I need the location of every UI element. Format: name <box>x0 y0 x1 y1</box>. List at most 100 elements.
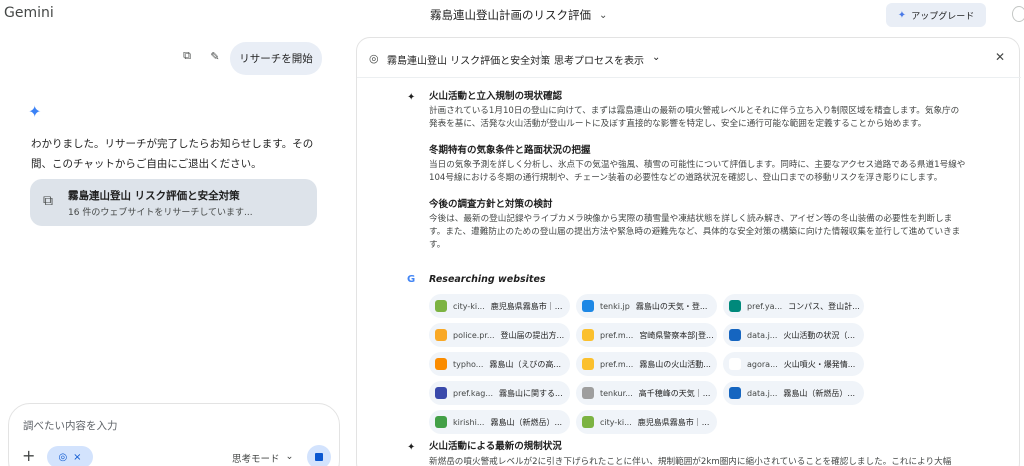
source-chip[interactable]: agora... 火山噴火・爆発情... <box>723 352 864 376</box>
source-chip[interactable]: pref.m... 霧島山の火山活動... <box>576 352 717 376</box>
source-chip[interactable]: tenki.jp 霧島山の天気・登... <box>576 294 717 318</box>
composer[interactable]: 調べたい内容を入力 + ◎ × 思考モード ⌄ <box>8 403 340 466</box>
mode-selector[interactable]: 思考モード ⌄ <box>232 451 293 465</box>
research-card-title: 霧島連山登山 リスク評価と安全対策 <box>68 190 240 202</box>
source-site: tenki.jp <box>600 301 630 311</box>
sparkle-icon: ✦ <box>407 92 416 103</box>
source-name: 霧島山（えびの高... <box>489 359 562 369</box>
source-name: 高千穂峰の天気｜... <box>638 388 711 398</box>
favicon-icon <box>582 416 594 428</box>
favicon-icon <box>729 358 741 370</box>
favicon-icon <box>582 329 594 341</box>
sparkle-icon: ✦ <box>407 442 416 453</box>
source-chip[interactable]: pref.ya... コンパス、登山計... <box>723 294 864 318</box>
source-site: pref.ya... <box>747 301 783 311</box>
step-heading: 冬期特有の気象条件と路面状況の把握 <box>429 144 591 156</box>
panel-title: 霧島連山登山 リスク評価と安全対策 <box>387 56 551 67</box>
chevron-down-icon: ⌄ <box>652 52 661 63</box>
research-label: Researching websites <box>429 274 546 285</box>
message-tools: ⧉ ✎ <box>180 49 222 63</box>
source-name: 宮崎県警察本部|登... <box>639 330 714 340</box>
step-body: 計画されている1月10日の登山に向けて、まずは霧島連山の最新の噴火警戒レベルとそ… <box>429 106 960 130</box>
add-icon[interactable]: + <box>22 446 35 465</box>
source-chip[interactable]: kirishi... 霧島山（新燃岳）... <box>429 410 570 434</box>
source-site: data.j... <box>747 330 778 340</box>
chevron-down-icon: ⌄ <box>285 451 294 462</box>
source-name: 霧島山の火山活動... <box>639 359 711 369</box>
source-name: 鹿児島県霧島市｜... <box>637 417 710 427</box>
remove-chip-icon[interactable]: × <box>73 452 81 463</box>
conversation-title: 霧島連山登山計画のリスク評価 <box>430 8 591 22</box>
source-chip[interactable]: city-ki... 鹿児島県霧島市｜... <box>429 294 570 318</box>
show-thinking-toggle[interactable]: 思考プロセスを表示 ⌄ <box>554 52 660 67</box>
assistant-reply: わかりました。リサーチが完了したらお知らせします。その間、このチャットからご自由… <box>31 138 314 170</box>
source-site: police.pr... <box>453 330 495 340</box>
favicon-icon <box>435 387 447 399</box>
source-site: city-ki... <box>453 301 485 311</box>
step-heading: 火山活動による最新の規制状況 <box>429 441 562 452</box>
source-name: 霧島山の天気・登... <box>635 301 708 311</box>
research-panel: ◎ 霧島連山登山 リスク評価と安全対策 思考プロセスを表示 ⌄ ✕ ✦ 火山活動… <box>356 37 1021 466</box>
user-message: リサーチを開始 <box>230 42 322 75</box>
step-body: 当日の気象予測を詳しく分析し、氷点下の気温や強風、積雪の可能性について評価します… <box>429 159 966 184</box>
source-name: 登山届の提出方... <box>500 330 565 340</box>
account-icon[interactable] <box>1012 6 1024 22</box>
thinking-step: 今後の調査方針と対策の検討 今後は、最新の登山記録やライブカメラ映像から実際の積… <box>407 198 967 253</box>
copy-icon[interactable]: ⧉ <box>180 49 194 63</box>
edit-icon[interactable]: ✎ <box>208 49 222 63</box>
upgrade-label: アップグレード <box>911 11 975 22</box>
source-chip[interactable]: police.pr... 登山届の提出方... <box>429 323 570 347</box>
source-chip[interactable]: city-ki... 鹿児島県霧島市｜... <box>576 410 717 434</box>
source-chip[interactable]: pref.m... 宮崎県警察本部|登... <box>576 323 717 347</box>
research-card-subtitle: 16 件のウェブサイトをリサーチしています... <box>68 208 253 218</box>
source-chip[interactable]: data.j... 霧島山（新燃岳）... <box>723 381 864 405</box>
research-icon: ◎ <box>369 52 379 65</box>
chat-panel: ⧉ ✎ リサーチを開始 ✦ わかりました。リサーチが完了したらお知らせします。そ… <box>0 30 345 466</box>
stop-icon <box>315 453 323 461</box>
prompt-input[interactable]: 調べたい内容を入力 <box>23 418 118 433</box>
source-chip[interactable]: typho... 霧島山（えびの高... <box>429 352 570 376</box>
source-list: city-ki... 鹿児島県霧島市｜... tenki.jp 霧島山の天気・登...… <box>429 294 879 434</box>
source-name: 鹿児島県霧島市｜... <box>490 301 563 311</box>
deep-research-icon: ◎ <box>58 451 68 463</box>
favicon-icon <box>582 358 594 370</box>
favicon-icon <box>435 300 447 312</box>
deep-research-chip[interactable]: ◎ × <box>47 446 93 466</box>
favicon-icon <box>582 387 594 399</box>
favicon-icon <box>729 300 741 312</box>
favicon-icon <box>435 358 447 370</box>
source-chip[interactable]: tenkur... 高千穂峰の天気｜... <box>576 381 717 405</box>
upgrade-button[interactable]: ✦ アップグレード <box>886 3 986 27</box>
source-site: pref.m... <box>600 359 634 369</box>
research-icon: ⧉ <box>43 193 53 209</box>
conversation-title-menu[interactable]: 霧島連山登山計画のリスク評価 ⌄ <box>430 7 607 23</box>
top-bar: Gemini 霧島連山登山計画のリスク評価 ⌄ ✦ アップグレード <box>0 0 1024 30</box>
research-card[interactable]: ⧉ 霧島連山登山 リスク評価と安全対策 16 件のウェブサイトをリサーチしていま… <box>30 179 317 226</box>
source-name: コンパス、登山計... <box>788 301 860 311</box>
source-chip[interactable]: pref.kag... 霧島山に関する... <box>429 381 570 405</box>
step-body: 新燃岳の噴火警戒レベルが2に引き下げられたことに伴い、規制範囲が2km圏内に縮小… <box>429 457 952 466</box>
source-name: 霧島山に関する... <box>499 388 563 398</box>
favicon-icon <box>729 387 741 399</box>
thinking-steps: ✦ 火山活動と立入規制の現状確認 計画されている1月10日の登山に向けて、まずは… <box>407 90 967 265</box>
app-brand[interactable]: Gemini <box>4 5 54 21</box>
gemini-sparkle-icon: ✦ <box>28 102 42 121</box>
stop-button[interactable] <box>307 445 331 466</box>
favicon-icon <box>582 300 594 312</box>
source-site: pref.kag... <box>453 388 493 398</box>
research-header: G Researching websites <box>407 274 546 285</box>
favicon-icon <box>435 416 447 428</box>
panel-header: ◎ 霧島連山登山 リスク評価と安全対策 思考プロセスを表示 ⌄ ✕ <box>357 38 1021 78</box>
source-name: 火山噴火・爆発情... <box>783 359 856 369</box>
source-site: city-ki... <box>600 417 632 427</box>
chevron-down-icon: ⌄ <box>599 9 608 21</box>
source-chip[interactable]: data.j... 火山活動の状況（... <box>723 323 864 347</box>
close-icon[interactable]: ✕ <box>995 50 1005 64</box>
step-heading: 火山活動と立入規制の現状確認 <box>429 91 563 102</box>
show-thinking-label: 思考プロセスを表示 <box>554 56 644 67</box>
step-body: 今後は、最新の登山記録やライブカメラ映像から実際の積雪量や凍結状態を詳しく読み解… <box>429 213 961 251</box>
source-site: data.j... <box>747 388 778 398</box>
source-site: kirishi... <box>453 417 485 427</box>
favicon-icon <box>729 329 741 341</box>
thinking-step: ✦ 火山活動による最新の規制状況 新燃岳の噴火警戒レベルが2に引き下げられたこと… <box>407 440 967 466</box>
